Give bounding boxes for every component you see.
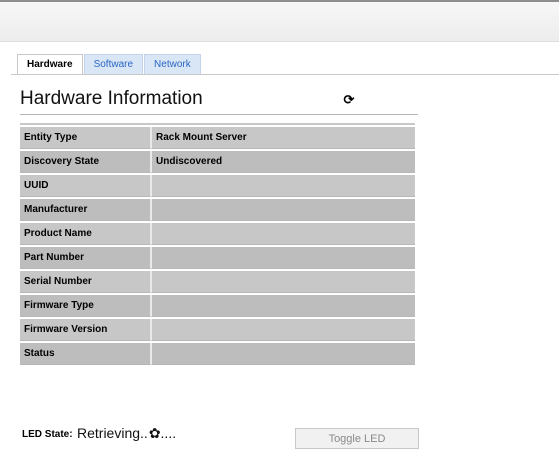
row-value: [152, 175, 415, 197]
row-label: Entity Type: [20, 127, 152, 149]
led-status-ellipsis: ....: [160, 425, 177, 441]
row-label: Status: [20, 343, 152, 365]
table-row: Serial Number: [20, 271, 415, 293]
title-divider: [20, 114, 418, 115]
table-row: Status: [20, 343, 415, 365]
row-value: [152, 247, 415, 269]
loading-spinner-icon: ✿: [148, 425, 161, 441]
row-label: Product Name: [20, 223, 152, 245]
row-label: Firmware Version: [20, 319, 152, 341]
row-value: [152, 199, 415, 221]
led-state-value: Retrieving..✿....: [77, 425, 176, 442]
toggle-led-button[interactable]: Toggle LED: [295, 428, 419, 449]
tab-network[interactable]: Network: [144, 54, 201, 74]
tab-hardware[interactable]: Hardware: [17, 54, 83, 75]
table-row: UUID: [20, 175, 415, 197]
row-value: [152, 319, 415, 341]
led-status-text: Retrieving..: [77, 425, 148, 441]
table-row: Firmware Version: [20, 319, 415, 341]
hardware-info-table: Entity Type Rack Mount Server Discovery S…: [20, 121, 415, 367]
row-value: Undiscovered: [152, 151, 415, 173]
refresh-icon[interactable]: ⟳: [342, 93, 356, 107]
row-label: Manufacturer: [20, 199, 152, 221]
table-row: Product Name: [20, 223, 415, 245]
table-header-bar: [20, 123, 415, 125]
row-value: [152, 343, 415, 365]
row-label: Discovery State: [20, 151, 152, 173]
tab-bar: Hardware Software Network: [17, 54, 202, 75]
tab-divider: [11, 74, 559, 75]
row-value: [152, 295, 415, 317]
table-row: Discovery State Undiscovered: [20, 151, 415, 173]
table-row: Manufacturer: [20, 199, 415, 221]
led-state-label: LED State:: [22, 429, 73, 440]
page-title: Hardware Information: [20, 88, 203, 109]
row-label: Part Number: [20, 247, 152, 269]
row-value: [152, 223, 415, 245]
row-value: Rack Mount Server: [152, 127, 415, 149]
tab-software[interactable]: Software: [83, 54, 144, 74]
row-value: [152, 271, 415, 293]
row-label: UUID: [20, 175, 152, 197]
row-label: Serial Number: [20, 271, 152, 293]
row-label: Firmware Type: [20, 295, 152, 317]
table-row: Entity Type Rack Mount Server: [20, 127, 415, 149]
table-row: Firmware Type: [20, 295, 415, 317]
table-row: Part Number: [20, 247, 415, 269]
header-band: [0, 2, 559, 42]
